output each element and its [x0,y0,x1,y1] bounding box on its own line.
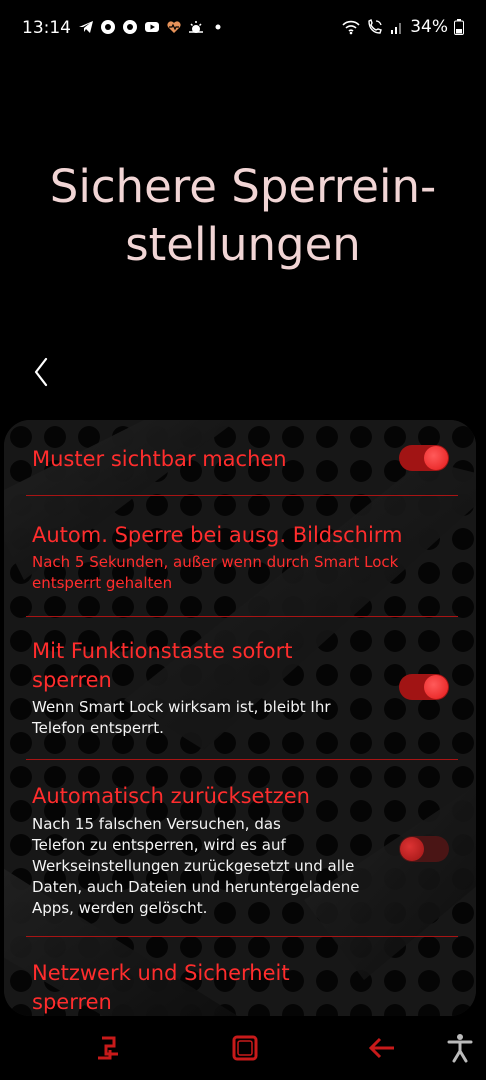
page-title-line2: stellungen [125,218,361,271]
show-pattern-toggle[interactable] [399,445,449,471]
back-icon[interactable] [28,355,56,389]
subtitle-line: entsperrt gehalten [32,574,173,592]
page-title-line1: Sichere Sperrein- [49,160,437,213]
setting-title: Autom. Sperre bei ausg. Bildschirm [32,523,403,547]
subtitle-line: Daten, auch Dateien und heruntergeladene [32,878,360,896]
toggle-knob [424,675,448,699]
subtitle-line: Telefon zu entsperren, wird es auf [32,836,286,854]
title-line: Mit Funktionstaste sofort [32,639,293,663]
setting-auto-lock[interactable]: Autom. Sperre bei ausg. Bildschirm Nach … [4,496,476,616]
setting-lock-network[interactable]: Netzwerk und Sicherheit sperren [4,937,476,1016]
subtitle-line: Telefon entsperrt. [32,719,164,737]
health-icon [167,21,181,33]
youtube-icon [145,22,159,32]
settings-card: Muster sichtbar machen Autom. Sperre bei… [4,420,476,1016]
back-nav-icon[interactable] [366,1032,398,1064]
signal-icon [391,23,402,34]
wifi-icon [342,20,360,35]
subtitle-line: Werkseinstellungen zurückgesetzt und all… [32,857,355,875]
page-title: Sichere Sperrein- stellungen [20,158,466,274]
setting-power-key-lock[interactable]: Mit Funktionstaste sofort sperren Wenn S… [4,617,476,759]
setting-title: Automatisch zurücksetzen [32,784,310,808]
setting-subtitle: Nach 15 falschen Versuchen, das Telefon … [32,814,359,919]
recent-apps-icon[interactable] [94,1032,126,1064]
toggle-knob [424,446,448,470]
notification-icons [78,19,226,35]
setting-title: Netzwerk und Sicherheit sperren [32,959,290,1016]
navigation-bar [0,1018,486,1080]
subtitle-line: Apps, werden gelöscht. [32,899,208,917]
subtitle-line: Nach 15 falschen Versuchen, das [32,815,281,833]
wifi-call-icon [368,19,383,34]
setting-title: Mit Funktionstaste sofort sperren [32,637,293,695]
title-line: Netzwerk und Sicherheit [32,961,290,985]
telegram-icon [79,21,93,33]
toggle-knob [400,837,424,861]
system-icons: 34% [342,17,464,37]
home-icon[interactable] [229,1032,261,1064]
setting-auto-reset[interactable]: Automatisch zurücksetzen Nach 15 falsche… [4,760,476,936]
accessibility-icon[interactable] [444,1032,476,1064]
title-line: sperren [32,668,112,692]
status-time: 13:14 [22,18,71,38]
weather-icon [189,21,203,33]
chrome-icon [123,20,137,34]
setting-subtitle: Wenn Smart Lock wirksam ist, bleibt Ihr … [32,697,331,739]
setting-show-pattern[interactable]: Muster sichtbar machen [4,420,476,496]
chrome-icon [101,20,115,34]
status-bar: 13:14 34% [0,0,486,56]
subtitle-line: Nach 5 Sekunden, außer wenn durch Smart … [32,553,399,571]
setting-title: Muster sichtbar machen [32,447,287,471]
auto-reset-toggle[interactable] [399,836,449,862]
setting-subtitle: Nach 5 Sekunden, außer wenn durch Smart … [32,552,398,594]
battery-percent: 34% [410,17,448,37]
title-line: sperren [32,990,112,1014]
subtitle-line: Wenn Smart Lock wirksam ist, bleibt Ihr [32,698,331,716]
battery-icon [454,19,464,35]
dot-icon [215,24,221,30]
power-key-lock-toggle[interactable] [399,674,449,700]
